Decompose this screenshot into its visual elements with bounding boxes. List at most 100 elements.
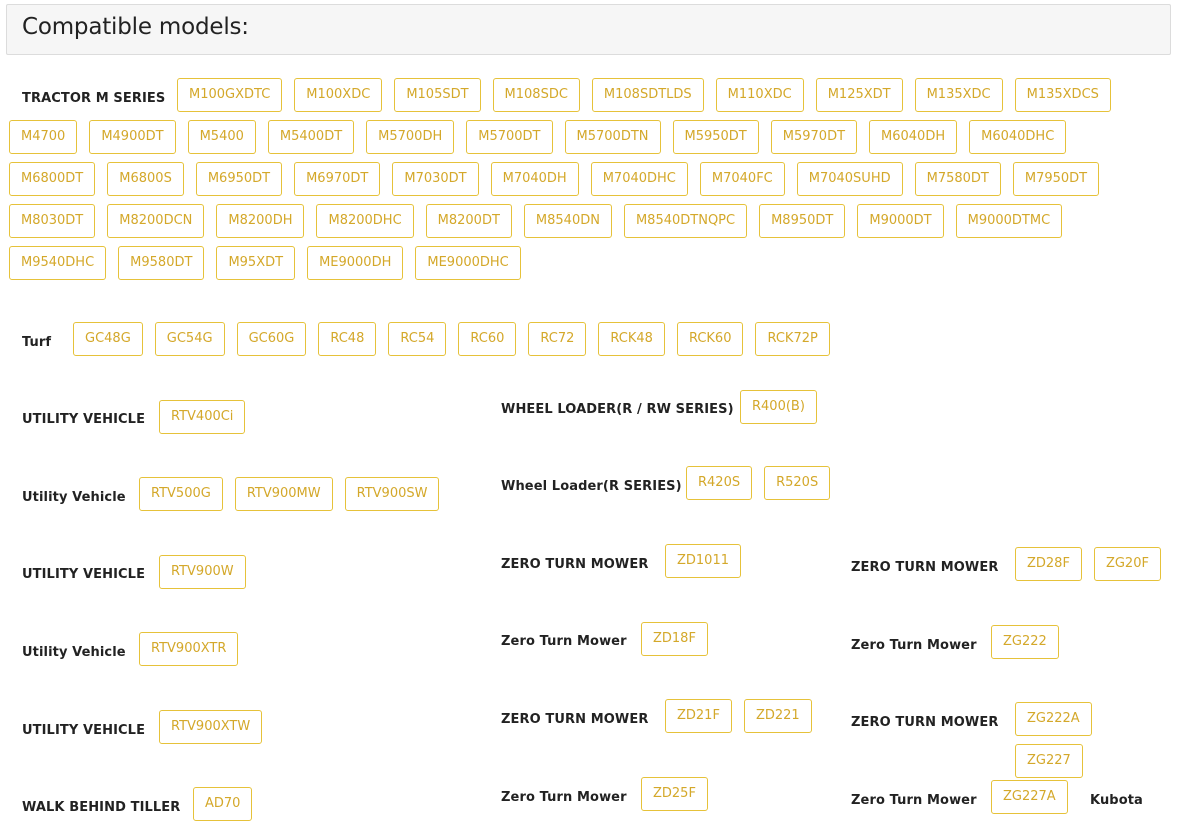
model-tag-m125xdt[interactable]: M125XDT <box>815 78 903 112</box>
model-tag-m5950dt[interactable]: M5950DT <box>672 120 759 154</box>
model-tag-m6040dhc[interactable]: M6040DHC <box>969 120 1067 154</box>
model-tag-me9000dh[interactable]: ME9000DH <box>307 246 404 280</box>
model-tag-zg227a[interactable]: ZG227A <box>991 780 1068 814</box>
model-tag-m8200dt[interactable]: M8200DT <box>425 204 512 238</box>
group-label: UTILITY VEHICLE <box>22 723 146 738</box>
model-tag-list: AD70 <box>193 787 473 829</box>
model-tag-rc72[interactable]: RC72 <box>528 322 587 356</box>
group-label: ZERO TURN MOWER <box>851 560 999 575</box>
model-tag-m9540dhc[interactable]: M9540DHC <box>9 246 107 280</box>
model-tag-m5970dt[interactable]: M5970DT <box>770 120 858 154</box>
model-tag-rc60[interactable]: RC60 <box>458 322 517 356</box>
model-tag-m8950dt[interactable]: M8950DT <box>759 204 846 238</box>
model-tag-r400-b[interactable]: R400(B) <box>740 390 817 424</box>
model-tag-m7040dhc[interactable]: M7040DHC <box>590 162 688 196</box>
model-tag-m95xdt[interactable]: M95XDT <box>216 246 296 280</box>
model-tag-rtv900xtw[interactable]: RTV900XTW <box>159 710 263 744</box>
model-tag-m6950dt[interactable]: M6950DT <box>195 162 283 196</box>
model-tag-m7030dt[interactable]: M7030DT <box>392 162 479 196</box>
model-tag-m6800dt[interactable]: M6800DT <box>9 162 96 196</box>
model-tag-list: RTV900XTR <box>139 632 479 674</box>
group-label: ZERO TURN MOWER <box>501 712 649 727</box>
model-tag-m7040fc[interactable]: M7040FC <box>699 162 785 196</box>
model-tag-m9580dt[interactable]: M9580DT <box>118 246 205 280</box>
model-tag-rck72p[interactable]: RCK72P <box>755 322 830 356</box>
model-tag-m135xdcs[interactable]: M135XDCS <box>1014 78 1111 112</box>
model-tag-m7950dt[interactable]: M7950DT <box>1012 162 1100 196</box>
model-tag-rtv900w[interactable]: RTV900W <box>159 555 246 589</box>
model-tag-m5700dh[interactable]: M5700DH <box>366 120 455 154</box>
model-tag-zd221[interactable]: ZD221 <box>743 699 812 733</box>
group-label: ZERO TURN MOWER <box>851 715 999 730</box>
group-label: Zero Turn Mower <box>851 638 977 653</box>
group-label: UTILITY VEHICLE <box>22 412 146 427</box>
model-tag-zd21f[interactable]: ZD21F <box>665 699 732 733</box>
model-tag-m5400[interactable]: M5400 <box>187 120 256 154</box>
model-tag-m4700[interactable]: M4700 <box>9 120 78 154</box>
model-tag-list: R400(B) <box>740 390 1140 432</box>
model-tag-gc60g[interactable]: GC60G <box>236 322 307 356</box>
model-tag-rtv500g[interactable]: RTV500G <box>139 477 223 511</box>
model-tag-list: ZD1011 <box>665 544 845 586</box>
model-tag-list: RTV900XTW <box>159 710 479 752</box>
model-tag-m6040dh[interactable]: M6040DH <box>869 120 958 154</box>
model-tag-zd25f[interactable]: ZD25F <box>641 777 708 811</box>
model-tag-m108sdtlds[interactable]: M108SDTLDS <box>591 78 704 112</box>
model-tag-m5400dt[interactable]: M5400DT <box>267 120 355 154</box>
model-tag-rtv900sw[interactable]: RTV900SW <box>344 477 440 511</box>
model-tag-m100gxdtc[interactable]: M100GXDTC <box>177 78 283 112</box>
group-label: Zero Turn Mower <box>501 790 627 805</box>
model-tag-m100xdc[interactable]: M100XDC <box>294 78 383 112</box>
group-label: Zero Turn Mower <box>851 793 977 808</box>
model-tag-m8200dhc[interactable]: M8200DHC <box>316 204 414 238</box>
model-tag-gc48g[interactable]: GC48G <box>73 322 143 356</box>
model-tag-list: ZD21F ZD221 <box>665 699 845 741</box>
model-tag-rc54[interactable]: RC54 <box>388 322 447 356</box>
model-tag-zd18f[interactable]: ZD18F <box>641 622 708 656</box>
model-tag-m7580dt[interactable]: M7580DT <box>914 162 1001 196</box>
model-tag-m9000dtmc[interactable]: M9000DTMC <box>955 204 1063 238</box>
model-tag-zg20f[interactable]: ZG20F <box>1093 547 1161 581</box>
model-tag-rtv400ci[interactable]: RTV400Ci <box>159 400 246 434</box>
model-tag-list: RTV500G RTV900MW RTV900SW <box>139 477 489 519</box>
model-tag-r520s[interactable]: R520S <box>764 466 831 500</box>
model-tag-list: ZD18F <box>641 622 841 664</box>
model-tag-rc48[interactable]: RC48 <box>318 322 377 356</box>
model-tag-rtv900xtr[interactable]: RTV900XTR <box>139 632 239 666</box>
model-tag-m8200dcn[interactable]: M8200DCN <box>107 204 205 238</box>
model-tag-list: ZG222 <box>991 625 1171 667</box>
model-tag-m8540dn[interactable]: M8540DN <box>523 204 612 238</box>
model-tag-m5700dt[interactable]: M5700DT <box>466 120 553 154</box>
model-tag-m8030dt[interactable]: M8030DT <box>9 204 96 238</box>
model-tag-ad70[interactable]: AD70 <box>193 787 253 821</box>
group-label: Wheel Loader(R SERIES) <box>501 479 682 494</box>
model-tag-r420s[interactable]: R420S <box>686 466 753 500</box>
model-tag-list: GC48G GC54G GC60G RC48 RC54 RC60 RC72 RCK48 RCK6… <box>73 322 1073 364</box>
model-tag-gc54g[interactable]: GC54G <box>154 322 225 356</box>
model-tag-m6970dt[interactable]: M6970DT <box>294 162 381 196</box>
model-tag-m5700dtn[interactable]: M5700DTN <box>564 120 661 154</box>
model-tag-rck48[interactable]: RCK48 <box>598 322 665 356</box>
model-tag-me9000dhc[interactable]: ME9000DHC <box>415 246 521 280</box>
model-tag-list: ZD28F ZG20F <box>1015 547 1178 589</box>
model-tag-rck60[interactable]: RCK60 <box>676 322 744 356</box>
model-tag-m7040dh[interactable]: M7040DH <box>490 162 579 196</box>
model-tag-rtv900mw[interactable]: RTV900MW <box>234 477 333 511</box>
model-tag-m9000dt[interactable]: M9000DT <box>857 204 944 238</box>
group-label: WALK BEHIND TILLER <box>22 800 181 815</box>
model-tag-m4900dt[interactable]: M4900DT <box>89 120 176 154</box>
model-tag-list: ZG222A ZG227 <box>1015 702 1178 786</box>
model-tag-m108sdc[interactable]: M108SDC <box>492 78 580 112</box>
model-tag-zg222[interactable]: ZG222 <box>991 625 1059 659</box>
model-tag-m135xdc[interactable]: M135XDC <box>914 78 1003 112</box>
model-tag-zd28f[interactable]: ZD28F <box>1015 547 1082 581</box>
model-tag-zg227[interactable]: ZG227 <box>1015 744 1083 778</box>
model-tag-zg222a[interactable]: ZG222A <box>1015 702 1092 736</box>
model-tag-m8200dh[interactable]: M8200DH <box>216 204 305 238</box>
model-tag-m6800s[interactable]: M6800S <box>107 162 184 196</box>
model-tag-m105sdt[interactable]: M105SDT <box>394 78 481 112</box>
model-tag-m110xdc[interactable]: M110XDC <box>715 78 804 112</box>
model-tag-zd1011[interactable]: ZD1011 <box>665 544 741 578</box>
model-tag-m7040suhd[interactable]: M7040SUHD <box>796 162 903 196</box>
model-tag-m8540dtnqpc[interactable]: M8540DTNQPC <box>623 204 748 238</box>
